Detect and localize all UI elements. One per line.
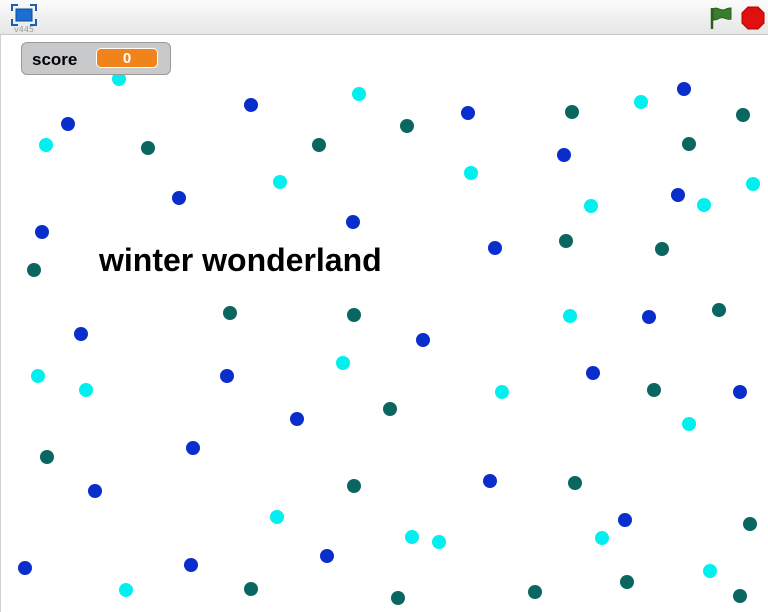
score-value: 0 [96, 48, 158, 68]
snowflake-teal [682, 137, 696, 151]
snowflake-blue [220, 369, 234, 383]
snowflake-teal [347, 308, 361, 322]
green-flag-icon[interactable] [708, 6, 734, 29]
snowflake-blue [186, 441, 200, 455]
snowflake-blue [184, 558, 198, 572]
snowflake-teal [383, 402, 397, 416]
snowflake-blue [74, 327, 88, 341]
snowflake-blue [557, 148, 571, 162]
snowflake-blue [35, 225, 49, 239]
snowflake-blue [461, 106, 475, 120]
snowflake-teal [559, 234, 573, 248]
snowflake-cyan [464, 166, 478, 180]
snowflake-blue [172, 191, 186, 205]
snowflake-blue [244, 98, 258, 112]
snowflake-teal [244, 582, 258, 596]
snowflake-cyan [352, 87, 366, 101]
snowflake-blue [483, 474, 497, 488]
snowflake-cyan [432, 535, 446, 549]
score-label: score [32, 50, 78, 69]
snowflake-cyan [273, 175, 287, 189]
snowflake-blue [642, 310, 656, 324]
snowflake-cyan [682, 417, 696, 431]
snowflake-blue [18, 561, 32, 575]
snowflake-blue [488, 241, 502, 255]
snowflake-blue [416, 333, 430, 347]
snowflake-blue [586, 366, 600, 380]
snowflake-teal [647, 383, 661, 397]
snowflake-cyan [405, 530, 419, 544]
snowflake-teal [141, 141, 155, 155]
snowflake-teal [620, 575, 634, 589]
snowflake-teal [223, 306, 237, 320]
snowflake-cyan [270, 510, 284, 524]
snowflake-cyan [563, 309, 577, 323]
snowflake-cyan [703, 564, 717, 578]
snowflake-teal [400, 119, 414, 133]
snowflake-teal [655, 242, 669, 256]
snowflake-cyan [39, 138, 53, 152]
snowflake-blue [320, 549, 334, 563]
snowflake-blue [733, 385, 747, 399]
snowflake-cyan [697, 198, 711, 212]
snowflake-blue [290, 412, 304, 426]
score-monitor: score 0 [21, 42, 171, 75]
snowflake-teal [743, 517, 757, 531]
snowflake-blue [671, 188, 685, 202]
snowflake-blue [88, 484, 102, 498]
snowflake-cyan [584, 199, 598, 213]
fullscreen-icon[interactable] [11, 4, 37, 26]
snowflake-blue [677, 82, 691, 96]
snowflake-cyan [336, 356, 350, 370]
snowflake-blue [346, 215, 360, 229]
game-stage[interactable]: score 0 winter wonderland [0, 35, 768, 612]
snowflake-teal [565, 105, 579, 119]
snowflake-cyan [79, 383, 93, 397]
snowflake-cyan [495, 385, 509, 399]
player-toolbar: v445 [0, 0, 768, 35]
snowflake-teal [347, 479, 361, 493]
snowflake-cyan [634, 95, 648, 109]
snowflake-teal [40, 450, 54, 464]
snowflake-teal [312, 138, 326, 152]
snowflake-blue [61, 117, 75, 131]
snowflake-teal [27, 263, 41, 277]
version-label: v445 [14, 25, 35, 34]
snowflake-blue [618, 513, 632, 527]
snowflake-teal [528, 585, 542, 599]
snowflake-teal [733, 589, 747, 603]
snowflake-cyan [31, 369, 45, 383]
snowflake-cyan [746, 177, 760, 191]
snowflake-cyan [595, 531, 609, 545]
stop-icon[interactable] [741, 6, 765, 30]
winter-wonderland-banner: winter wonderland [99, 242, 382, 278]
snowflake-teal [391, 591, 405, 605]
snowflake-teal [736, 108, 750, 122]
snowflake-cyan [119, 583, 133, 597]
snowflake-teal [712, 303, 726, 317]
snowflake-teal [568, 476, 582, 490]
